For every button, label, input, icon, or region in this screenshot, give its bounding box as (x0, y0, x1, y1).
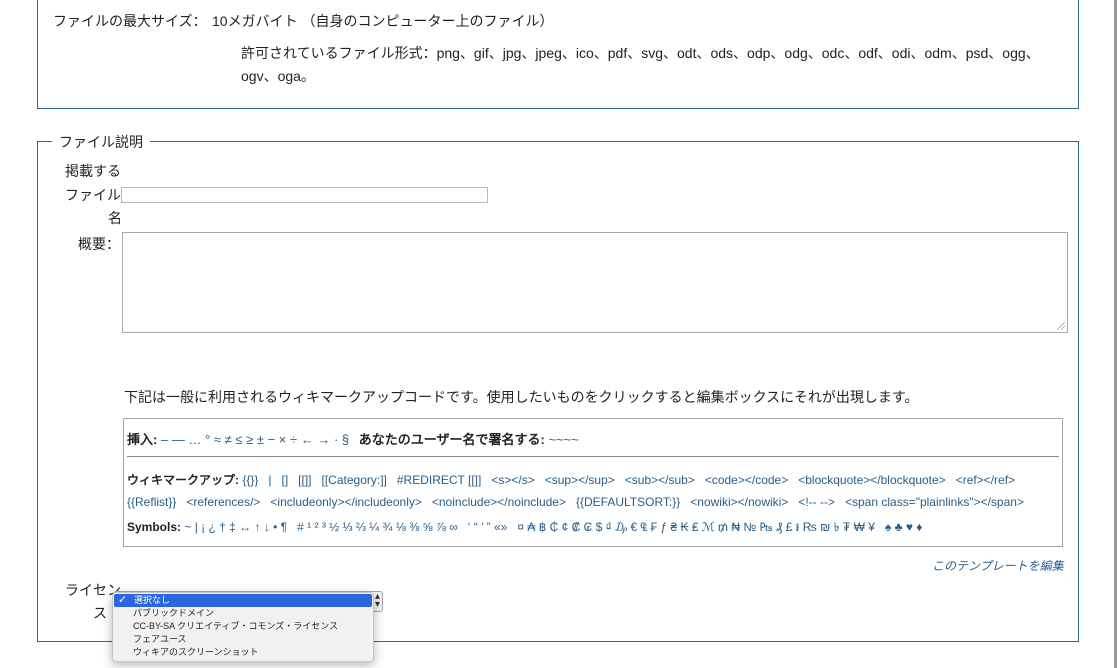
wikimarkup-codes-2[interactable]: {{Reflist}} <references/> <includeonly><… (127, 495, 1024, 509)
license-option-cc-by-sa[interactable]: CC-BY-SA クリエイティブ・コモンズ・ライセンス (113, 620, 373, 633)
wikimarkup-codes[interactable]: {{}} | [] [[]] [[Category:]] #REDIRECT [… (242, 473, 1015, 487)
filename-input[interactable] (121, 187, 488, 203)
license-dropdown-menu[interactable]: ✓ 選択なし パブリックドメイン CC-BY-SA クリエイティブ・コモンズ・ラ… (112, 592, 374, 662)
filename-label-line2: ファイル (65, 187, 121, 203)
helper-text: 下記は一般に利用されるウィキマークアップコードです。使用したいものをクリックする… (124, 389, 919, 405)
summary-textarea[interactable] (122, 232, 1068, 333)
checkmark-icon: ✓ (118, 594, 128, 606)
insert-chars[interactable]: – — … ° ≈ ≠ ≤ ≥ ± − × ÷ ← → · § (161, 432, 349, 447)
symbols-row: Symbols: ~ | ¡ ¿ † ‡ ↔ ↑ ↓ • ¶ # ¹ ² ³ ½… (127, 519, 922, 539)
edit-template-link[interactable]: このテンプレートを編集 (932, 557, 1064, 574)
license-label-line2: ス (93, 605, 107, 621)
summary-label: 概要： (78, 236, 120, 252)
upload-fieldset: ファイルの最大サイズ： 10メガバイト （自身のコンピューター上のファイル） 許… (37, 0, 1079, 109)
filename-label-line1: 掲載する (65, 163, 121, 179)
license-option-wikia-screenshot[interactable]: ウィキアのスクリーンショット (113, 646, 373, 659)
filename-label-line3: 名 (108, 210, 122, 226)
fieldset-legend: ファイル説明 (52, 132, 150, 152)
allowed-formats-line1: 許可されているファイル形式：png、gif、jpg、jpeg、ico、pdf、s… (241, 45, 1040, 61)
select-arrows-icon: ▴ ▾ (374, 591, 380, 610)
resize-grip-icon[interactable] (1057, 322, 1065, 330)
license-option-none[interactable]: ✓ 選択なし (114, 594, 372, 607)
license-option-fair-use[interactable]: フェアユース (113, 633, 373, 646)
insert-row: 挿入: – — … ° ≈ ≠ ≤ ≥ ± − × ÷ ← → · § あなたの… (127, 429, 579, 448)
char-insert-box: 挿入: – — … ° ≈ ≠ ≤ ≥ ± − × ÷ ← → · § あなたの… (123, 418, 1063, 547)
divider (127, 456, 1059, 457)
symbols-label: Symbols: (127, 520, 182, 534)
symbols-chars[interactable]: ~ | ¡ ¿ † ‡ ↔ ↑ ↓ • ¶ # ¹ ² ³ ½ ⅓ ⅔ ¼ ¾ … (184, 520, 922, 534)
wikimarkup-row: ウィキマークアップ: {{}} | [] [[]] [[Category:]] … (127, 471, 1015, 488)
license-option-public-domain[interactable]: パブリックドメイン (113, 607, 373, 620)
signature-code[interactable]: ~~~~ (548, 432, 578, 447)
signature-label: あなたのユーザー名で署名する: (358, 432, 545, 447)
insert-label: 挿入: (127, 432, 158, 447)
max-size-value: 10メガバイト （自身のコンピューター上のファイル） (212, 13, 554, 29)
max-size-label: ファイルの最大サイズ： (53, 13, 207, 29)
allowed-formats-line2: ogv、oga。 (241, 68, 315, 84)
wikimarkup-label: ウィキマークアップ: (127, 473, 239, 487)
